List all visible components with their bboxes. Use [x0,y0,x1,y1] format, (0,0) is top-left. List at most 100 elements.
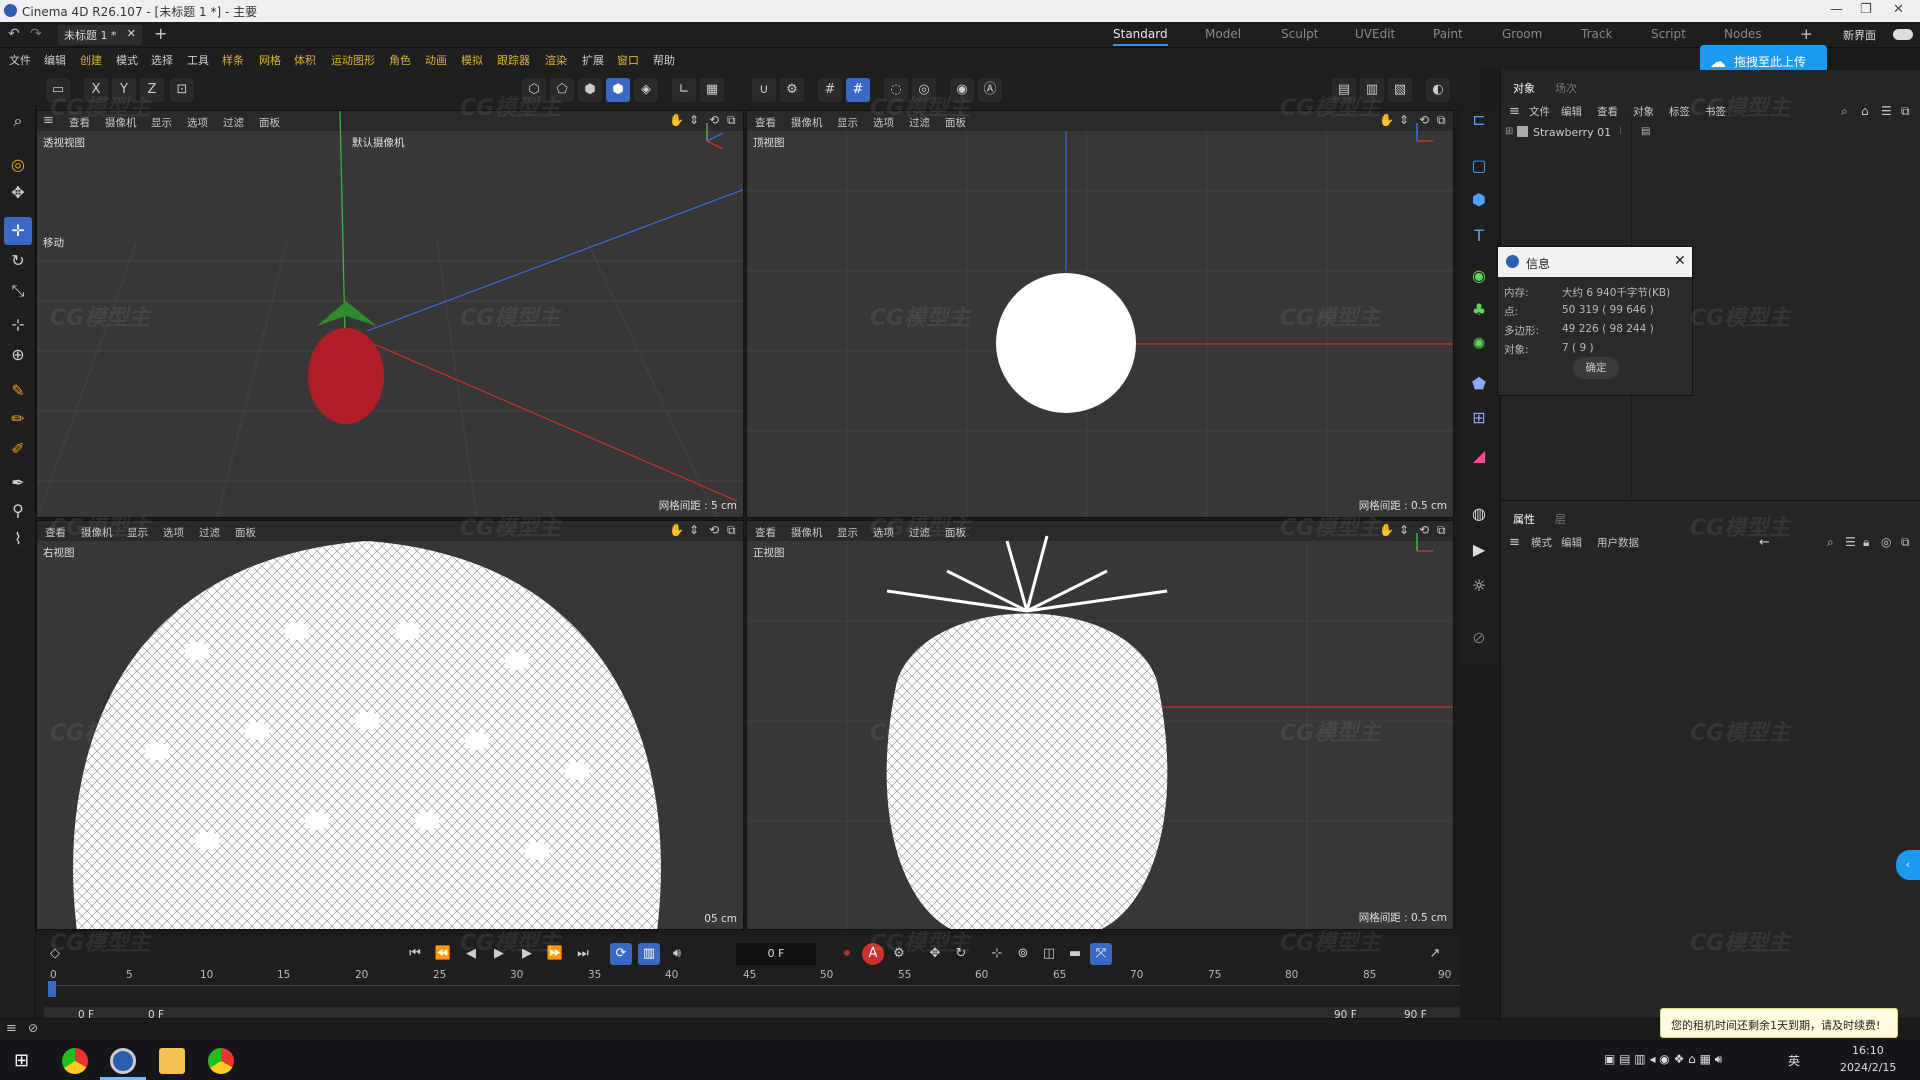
edges-mode-icon[interactable]: ⬠ [550,78,574,102]
spline-pen-icon[interactable]: ✎ [4,377,32,405]
menu-create[interactable]: 创建 [80,52,102,68]
key-pla-icon[interactable]: ◫ [1038,943,1060,965]
redshift-icon[interactable]: ◐ [1426,78,1450,102]
viewport-perspective[interactable]: ≡ 查看 摄像机 显示 选项 过滤 面板 ✋ ⇕ ⟲ ⧉ 透视视图 默认摄像机 … [36,110,744,518]
go-to-end-icon[interactable]: ⏭ [572,943,594,965]
motion-clip-icon[interactable]: ▬ [1064,943,1086,965]
key-scale-icon[interactable]: ⊹ [986,943,1008,965]
symmetry-icon[interactable]: ◎ [912,78,936,102]
layout-tab-standard[interactable]: Standard [1113,27,1168,46]
menu-animate[interactable]: 动画 [425,52,447,68]
go-to-start-icon[interactable]: ⏮ [404,943,426,965]
field-icon[interactable]: ⊞ [1466,405,1492,431]
sound-icon[interactable]: 🔊︎ [666,943,688,965]
chrome-icon[interactable] [62,1048,88,1074]
layout-tab-paint[interactable]: Paint [1433,27,1463,41]
viewport-top[interactable]: 查看 摄像机 显示 选项 过滤 面板 ✋ ⇕ ⟲ ⧉ 顶视图 网格间距 : 0.… [746,110,1454,518]
camera-label[interactable]: 默认摄像机 [352,135,405,150]
visibility-icon[interactable]: ⁝ [1619,126,1622,137]
redo-icon[interactable]: ↷ [30,26,42,42]
tray-icons[interactable]: ▣ ▤ ▥ ◂ ◉ ❖ ⌂ ▦ 🔊︎ [1604,1052,1722,1067]
search-icon[interactable]: ⌕ [1827,535,1834,550]
clock-date[interactable]: 2024/2/15 [1840,1061,1896,1074]
tab-attributes[interactable]: 属性 [1513,511,1535,527]
grid-snap-icon[interactable]: # [818,78,842,102]
key-position-icon[interactable]: ✥ [924,943,946,965]
render-picture-viewer-icon[interactable]: ▥ [1360,78,1384,102]
transform-tool-icon[interactable]: ⊹ [4,311,32,339]
am-menu-user-data[interactable]: 用户数据 [1597,535,1639,550]
om-menu-file[interactable]: 文件 [1529,104,1550,119]
menu-file[interactable]: 文件 [9,52,31,68]
new-tab-icon[interactable]: + [154,24,167,43]
new-window-icon[interactable]: ⧉ [1901,104,1910,119]
lock-icon[interactable]: 🔒︎ [1863,535,1869,550]
phong-tag-icon[interactable]: ▤ [1641,126,1650,137]
layout-tab-track[interactable]: Track [1581,27,1612,41]
tab-objects[interactable]: 对象 [1513,80,1535,96]
timeline-ruler[interactable] [48,981,1460,997]
coordinate-system-icon[interactable]: ⊡ [170,78,194,102]
close-icon[interactable]: ✕ [1674,253,1686,269]
om-menu-edit[interactable]: 编辑 [1561,104,1582,119]
status-menu-icon[interactable]: ≡ [6,1021,17,1036]
menu-extensions[interactable]: 扩展 [582,52,604,68]
axis-lock-icon[interactable]: Ⓐ [978,78,1002,102]
close-tab-icon[interactable]: ✕ [127,27,136,40]
light-icon[interactable]: ☼ [1466,573,1492,599]
menu-select[interactable]: 选择 [151,52,173,68]
strawberry-side-wireframe[interactable] [73,541,661,930]
windows-start-icon[interactable]: ⊞ [14,1050,29,1071]
layout-tab-nodes[interactable]: Nodes [1724,27,1762,41]
layout-tab-sculpt[interactable]: Sculpt [1281,27,1318,41]
viewport-front[interactable]: 查看 摄像机 显示 选项 过滤 面板 ✋ ⇕ ⟲ ⧉ 正视图 网格间距 : 0.… [746,520,1454,930]
render-view-icon[interactable]: ▤ [1332,78,1356,102]
filter-icon[interactable]: ☰ [1845,535,1856,549]
home-icon[interactable]: ⌂ [1861,104,1869,118]
text-spline-icon[interactable]: T [1466,223,1492,249]
scale-tool-icon[interactable]: ⤡ [4,277,32,305]
menu-tracker[interactable]: 跟踪器 [497,52,530,68]
menu-window[interactable]: 窗口 [617,52,639,68]
axis-z-button[interactable]: Z [140,78,164,102]
object-manager-menu-icon[interactable]: ≡ [1509,104,1520,119]
prev-frame-icon[interactable]: ◀ [460,943,482,965]
om-menu-tags[interactable]: 标签 [1669,104,1690,119]
cloner-icon[interactable]: ♣ [1466,297,1492,323]
menu-mode[interactable]: 模式 [116,52,138,68]
render-settings-icon[interactable]: ▧ [1388,78,1412,102]
clock-time[interactable]: 16:10 [1852,1044,1884,1057]
graph-editor-icon[interactable]: ↗ [1424,943,1446,965]
search-icon[interactable]: ⌕ [1841,104,1848,119]
layout-tab-model[interactable]: Model [1205,27,1241,41]
play-icon[interactable]: ▶ [488,943,510,965]
camera-icon[interactable]: ▶ [1466,537,1492,563]
object-row[interactable]: ⊞ Strawberry 01 ⁝ ▤ [1501,124,1920,142]
loop-icon[interactable]: ⟳ [610,943,632,965]
cinema4d-taskbar-icon[interactable] [110,1048,136,1074]
prev-key-icon[interactable]: ⏪ [432,943,454,965]
expand-sidebar-icon[interactable]: ‹ [1896,850,1920,880]
undo-icon[interactable]: ↶ [8,26,20,42]
axis-x-button[interactable]: X [84,78,108,102]
knife-icon[interactable]: ⚲ [4,497,32,525]
select-live-icon[interactable]: ◎ [4,151,32,179]
keyframe-icon[interactable]: ◇ [44,943,66,965]
new-ui-toggle[interactable] [1893,29,1913,40]
polygon-pen-icon[interactable]: ⌇ [4,525,32,553]
attribute-menu-icon[interactable]: ≡ [1509,535,1520,550]
menu-character[interactable]: 角色 [389,52,411,68]
spline-smooth-icon[interactable]: ✐ [4,435,32,463]
menu-spline[interactable]: 样条 [222,52,244,68]
tab-takes[interactable]: 场次 [1555,80,1577,96]
cube-icon[interactable]: ⬢ [1466,187,1492,213]
viewport-right[interactable]: 查看 摄像机 显示 选项 过滤 面板 ✋ ⇕ ⟲ ⧉ 右视图 05 cm [36,520,744,930]
menu-simulate[interactable]: 模拟 [461,52,483,68]
workplane-icon[interactable]: ∟ [672,78,696,102]
strawberry-top-wireframe[interactable] [996,273,1136,413]
ok-button[interactable]: 确定 [1573,357,1619,379]
playback-rate-icon[interactable]: ▥ [638,943,660,965]
filter-icon[interactable]: ☰ [1881,104,1892,118]
chrome-icon[interactable] [208,1048,234,1074]
snap-settings-icon[interactable]: ⚙ [780,78,804,102]
